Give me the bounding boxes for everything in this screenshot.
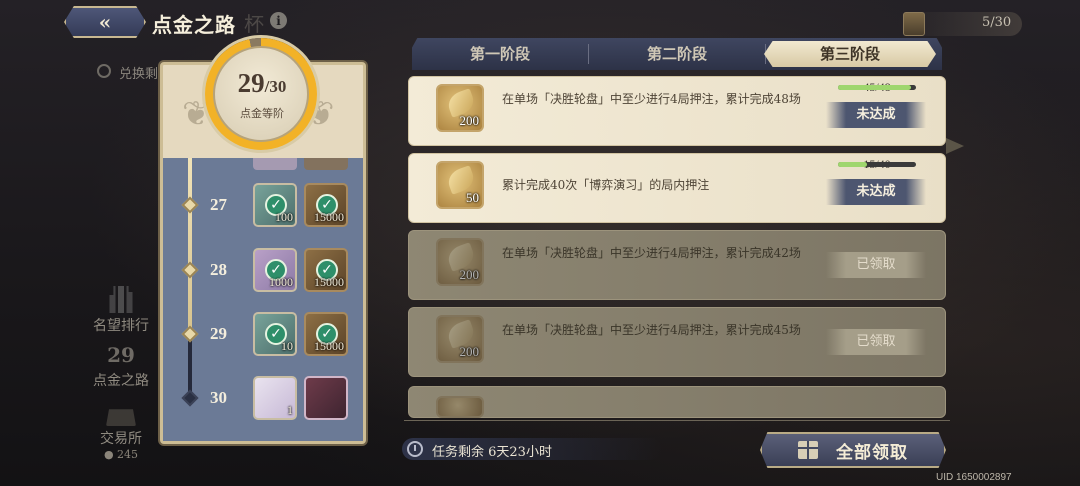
quest-status-button[interactable]: 已领取: [826, 329, 926, 355]
reward-item-icon[interactable]: 200: [436, 238, 484, 286]
tab-phase-3[interactable]: 第三阶段: [764, 41, 936, 67]
ranking-icon: [102, 286, 140, 313]
quest-description: 在单场「决胜轮盘」中至少进行4局押注，累计完成45场: [502, 323, 801, 337]
page-title: 点金之路: [152, 13, 236, 37]
reward-card[interactable]: 1: [253, 376, 297, 420]
coin-count: ● 245: [103, 448, 139, 461]
nav-item-exchange[interactable]: 交易所 ● 245: [86, 402, 156, 461]
reward-card[interactable]: ✓ 15000: [304, 248, 348, 292]
reward-item-icon[interactable]: 200: [436, 84, 484, 132]
claim-all-label: 全部领取: [836, 442, 908, 463]
rank-number: 29/30: [237, 68, 287, 98]
tab-label: 第三阶段: [819, 45, 880, 63]
reward-card[interactable]: ✓ 10: [253, 312, 297, 356]
quest-status-button[interactable]: 已领取: [826, 252, 926, 278]
exchange-label: 兑换剩: [119, 67, 159, 82]
exchange-icon: [97, 64, 111, 78]
clock-icon: [407, 441, 423, 457]
nav-item-label: 交易所: [100, 431, 142, 447]
reward-qty: 10: [281, 339, 293, 353]
reward-card-partial: [253, 158, 297, 170]
reward-qty: 1000: [269, 275, 293, 289]
progress-bar: [838, 162, 916, 167]
reward-card[interactable]: [304, 376, 348, 420]
quest-description: 在单场「决胜轮盘」中至少进行4局押注，累计完成42场: [502, 246, 801, 260]
rank-level-label: 28: [210, 260, 227, 279]
list-divider: [404, 420, 950, 421]
reward-qty: 15000: [314, 339, 344, 353]
quest-card-partial: [408, 386, 946, 418]
nav-item-label: 名望排行: [93, 318, 149, 334]
reward-card-partial: [304, 158, 348, 170]
uid-label: UID 1650002897: [936, 472, 1012, 483]
rank-level-label: 30: [210, 388, 227, 407]
reward-qty: 200: [459, 267, 480, 282]
nav-item-ranking[interactable]: 名望排行: [86, 283, 156, 335]
nav-item-label: 点金之路: [93, 373, 149, 389]
road-icon: 29: [107, 343, 135, 367]
ticket-icon: [903, 12, 925, 36]
rank-level-label: 27: [210, 195, 227, 214]
title-watermark: 杯: [244, 12, 264, 36]
reward-card[interactable]: ✓ 15000: [304, 312, 348, 356]
claim-all-button[interactable]: 全部领取: [760, 432, 946, 468]
quest-description: 累计完成40次「博弈演习」的局内押注: [502, 178, 710, 192]
reward-qty: 15000: [314, 275, 344, 289]
nav-item-golden-road[interactable]: 29 点金之路: [86, 340, 156, 390]
quest-description: 在单场「决胜轮盘」中至少进行4局押注，累计完成48场: [502, 92, 801, 106]
quest-status-button[interactable]: 未达成: [826, 179, 926, 205]
quest-status-button[interactable]: 未达成: [826, 102, 926, 128]
progress-fill: [838, 85, 912, 90]
reward-qty: 1: [287, 403, 293, 417]
gift-icon: [798, 441, 818, 459]
reward-qty: 15000: [314, 210, 344, 224]
reward-card[interactable]: ✓ 15000: [304, 183, 348, 227]
back-button[interactable]: «: [64, 6, 146, 38]
info-icon[interactable]: i: [270, 12, 287, 29]
reward-card[interactable]: ✓ 100: [253, 183, 297, 227]
back-arrow-icon: «: [98, 10, 112, 34]
reward-item-icon[interactable]: 200: [436, 315, 484, 363]
progress-fill: [838, 162, 868, 167]
tab-phase-2[interactable]: 第二阶段: [589, 38, 765, 70]
ticket-count: 5/30: [982, 15, 1012, 30]
reward-card[interactable]: ✓ 1000: [253, 248, 297, 292]
reward-qty: 200: [459, 344, 480, 359]
reward-item-icon[interactable]: 50: [436, 161, 484, 209]
rank-track-progress: [188, 158, 192, 338]
rank-level-label: 29: [210, 324, 227, 343]
tab-phase-1[interactable]: 第一阶段: [412, 38, 588, 70]
reward-qty: 50: [466, 190, 479, 205]
reward-qty: 200: [459, 113, 480, 128]
rank-label: 点金等阶: [240, 107, 284, 120]
progress-bar: [838, 85, 916, 90]
reward-qty: 100: [275, 210, 293, 224]
reward-item-icon: [436, 396, 484, 418]
shop-icon: [106, 409, 136, 426]
timer-text: 任务剩余 6天23小时: [432, 445, 552, 460]
